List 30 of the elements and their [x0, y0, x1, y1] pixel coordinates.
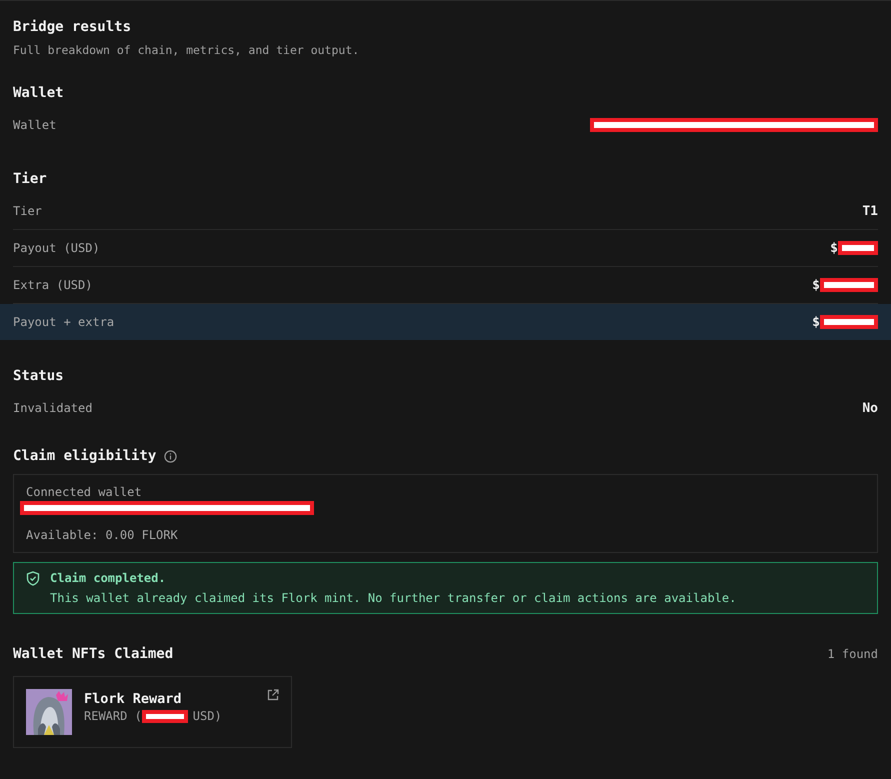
- row-label: Wallet: [13, 118, 56, 132]
- row-value: $: [812, 278, 820, 292]
- row-label: Payout (USD): [13, 241, 100, 255]
- row-value: $: [812, 314, 820, 330]
- alert-title: Claim completed.: [50, 571, 167, 585]
- row-label: Payout + extra: [13, 315, 114, 329]
- row-label: Invalidated: [13, 401, 92, 415]
- section-title: Tier: [13, 171, 48, 187]
- section-title: Wallet NFTs Claimed: [13, 646, 174, 662]
- nft-currency: USD): [192, 709, 222, 723]
- external-link-icon[interactable]: [267, 689, 279, 701]
- row-value: No: [862, 400, 878, 416]
- row-value: T1: [862, 204, 878, 218]
- section-title: Status: [13, 368, 65, 384]
- available-balance: Available: 0.00 FLORK: [26, 528, 179, 542]
- nft-kind: REWARD (: [84, 709, 142, 723]
- nft-card[interactable]: Flork Reward REWARD ( USD): [13, 676, 292, 748]
- nft-count: 1 found: [827, 647, 878, 661]
- wallet-label: Connected wallet: [26, 485, 143, 499]
- row-value: $: [830, 240, 838, 256]
- alert-message: This wallet already claimed its Flork mint. No further transfer or claim actions are available.: [50, 591, 736, 605]
- shield-check-icon: [26, 571, 40, 586]
- info-icon[interactable]: [164, 450, 178, 462]
- page-title: Bridge results: [13, 19, 132, 35]
- section-title: Claim eligibility: [13, 448, 156, 464]
- nft-name: Flork Reward: [84, 691, 183, 707]
- row-label: Tier: [13, 204, 42, 218]
- section-title: Wallet: [13, 85, 65, 101]
- row-label: Extra (USD): [13, 278, 92, 292]
- page-subtitle: Full breakdown of chain, metrics, and tier output.: [13, 43, 360, 57]
